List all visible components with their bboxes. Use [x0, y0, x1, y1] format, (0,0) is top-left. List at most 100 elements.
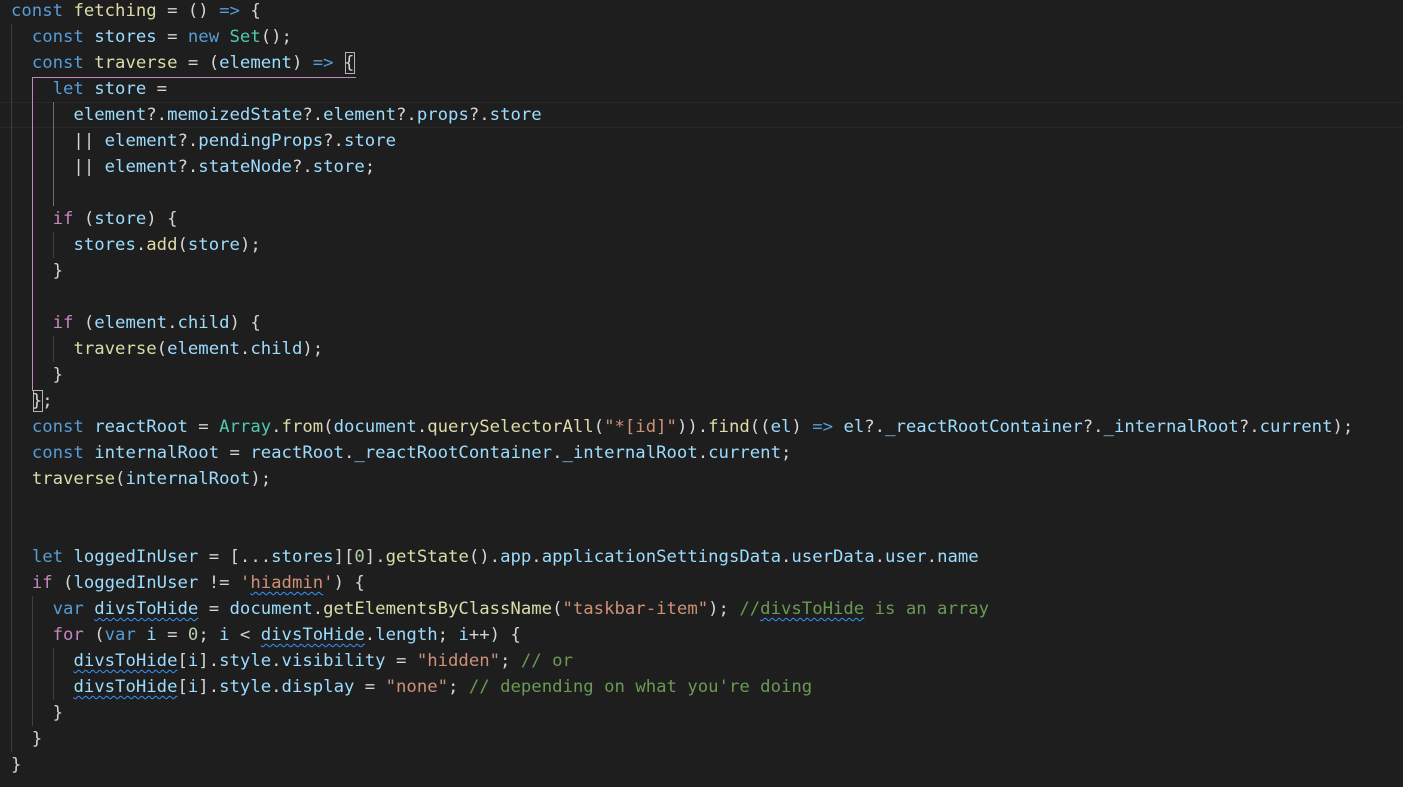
code-line[interactable]: element?.memoizedState?.element?.props?.… — [11, 102, 542, 128]
code-token: "hidden" — [416, 651, 501, 671]
code-token: . — [167, 313, 178, 333]
code-token: // or — [520, 651, 573, 671]
code-line[interactable]: } — [11, 700, 63, 726]
code-line[interactable]: } — [11, 362, 63, 388]
code-token: if — [52, 313, 74, 333]
code-token: props — [416, 105, 469, 125]
code-token: divsToHide — [260, 625, 365, 645]
code-token: reactRoot — [94, 417, 188, 437]
code-line[interactable]: const stores = new Set(); — [11, 24, 292, 50]
code-token: element — [73, 105, 147, 125]
code-token: is an array — [864, 599, 990, 619]
code-token: getElementsByClassName — [323, 599, 553, 619]
code-token: divsToHide — [760, 599, 865, 619]
code-token: . — [271, 677, 282, 697]
code-line[interactable]: let store = — [11, 76, 167, 102]
code-line[interactable]: stores.add(store); — [11, 232, 260, 258]
code-token: internalRoot — [94, 443, 220, 463]
code-token: "none" — [385, 677, 449, 697]
code-token: stateNode — [198, 157, 292, 177]
code-token: loggedInUser — [73, 547, 199, 567]
code-token: let — [31, 547, 64, 567]
code-line[interactable]: traverse(internalRoot); — [11, 466, 271, 492]
code-token: store — [94, 209, 147, 229]
code-line[interactable]: } — [11, 752, 21, 778]
code-token: ?. — [864, 417, 886, 437]
code-token: traverse — [31, 469, 116, 489]
code-line[interactable]: const reactRoot = Array.from(document.qu… — [11, 414, 1353, 440]
code-line[interactable]: if (element.child) { — [11, 310, 261, 336]
code-line[interactable]: } — [11, 726, 42, 752]
code-token: store — [489, 105, 542, 125]
code-token: const — [11, 1, 64, 21]
code-line[interactable]: traverse(element.child); — [11, 336, 323, 362]
code-token: ); — [302, 339, 324, 359]
code-token: . — [874, 547, 886, 567]
code-token: ?. — [1238, 417, 1260, 437]
code-token: . — [343, 443, 355, 463]
code-token: const — [31, 443, 84, 463]
code-token: = [... — [198, 547, 272, 567]
code-token: => — [219, 1, 240, 21]
code-line[interactable]: if (loggedInUser != 'hiadmin') { — [11, 570, 365, 596]
code-token: . — [135, 235, 147, 255]
code-token: length — [375, 625, 438, 645]
code-token: < — [229, 625, 261, 645]
code-token: } — [11, 729, 43, 749]
code-line[interactable]: if (store) { — [11, 206, 178, 232]
code-token: child — [177, 313, 230, 333]
code-token: name — [937, 547, 979, 567]
code-line[interactable]: for (var i = 0; i < divsToHide.length; i… — [11, 622, 521, 648]
code-line[interactable]: const internalRoot = reactRoot._reactRoo… — [11, 440, 792, 466]
code-token: ; — [364, 157, 376, 177]
code-token: store — [343, 131, 396, 151]
code-line[interactable]: let loggedInUser = [...stores][0].getSta… — [11, 544, 979, 570]
code-line[interactable]: || element?.stateNode?.store; — [11, 154, 375, 180]
code-token: divsToHide — [73, 651, 178, 671]
code-line[interactable]: divsToHide[i].style.visibility = "hidden… — [11, 648, 573, 674]
code-token: . — [697, 443, 709, 463]
code-token: ); — [1332, 417, 1354, 437]
code-token: ); — [708, 599, 740, 619]
code-line[interactable]: const traverse = (element) => { — [11, 50, 355, 76]
code-line[interactable]: || element?.pendingProps?.store — [11, 128, 396, 154]
code-token: = — [156, 27, 188, 47]
code-line[interactable]: divsToHide[i].style.display = "none"; //… — [11, 674, 812, 700]
code-token: . — [271, 417, 282, 437]
code-token: i — [458, 625, 469, 645]
code-line[interactable]: const fetching = () => { — [11, 0, 261, 24]
code-token: current — [1259, 417, 1333, 437]
code-editor[interactable]: const fetching = () => { const stores = … — [0, 0, 1403, 787]
code-token: loggedInUser — [73, 573, 199, 593]
code-token: "taskbar-item" — [562, 599, 709, 619]
code-token: = — [198, 599, 230, 619]
code-token: pendingProps — [198, 131, 324, 151]
code-line[interactable]: } — [11, 258, 63, 284]
code-token: stores — [73, 235, 136, 255]
code-token: . — [312, 599, 324, 619]
code-token: app — [500, 547, 532, 567]
code-token: } — [11, 755, 22, 775]
code-token: } — [11, 703, 64, 723]
code-token: ]. — [364, 547, 386, 567]
code-token: (). — [468, 547, 501, 567]
code-token: ) — [791, 417, 813, 437]
code-token: // — [739, 599, 761, 619]
code-token: . — [239, 339, 251, 359]
code-token: . — [531, 547, 542, 567]
code-token: _internalRoot — [1103, 417, 1239, 437]
code-token: i — [187, 677, 199, 697]
code-line[interactable]: }; — [11, 388, 53, 414]
code-line[interactable]: var divsToHide = document.getElementsByC… — [11, 596, 989, 622]
code-token: Array — [219, 417, 272, 437]
